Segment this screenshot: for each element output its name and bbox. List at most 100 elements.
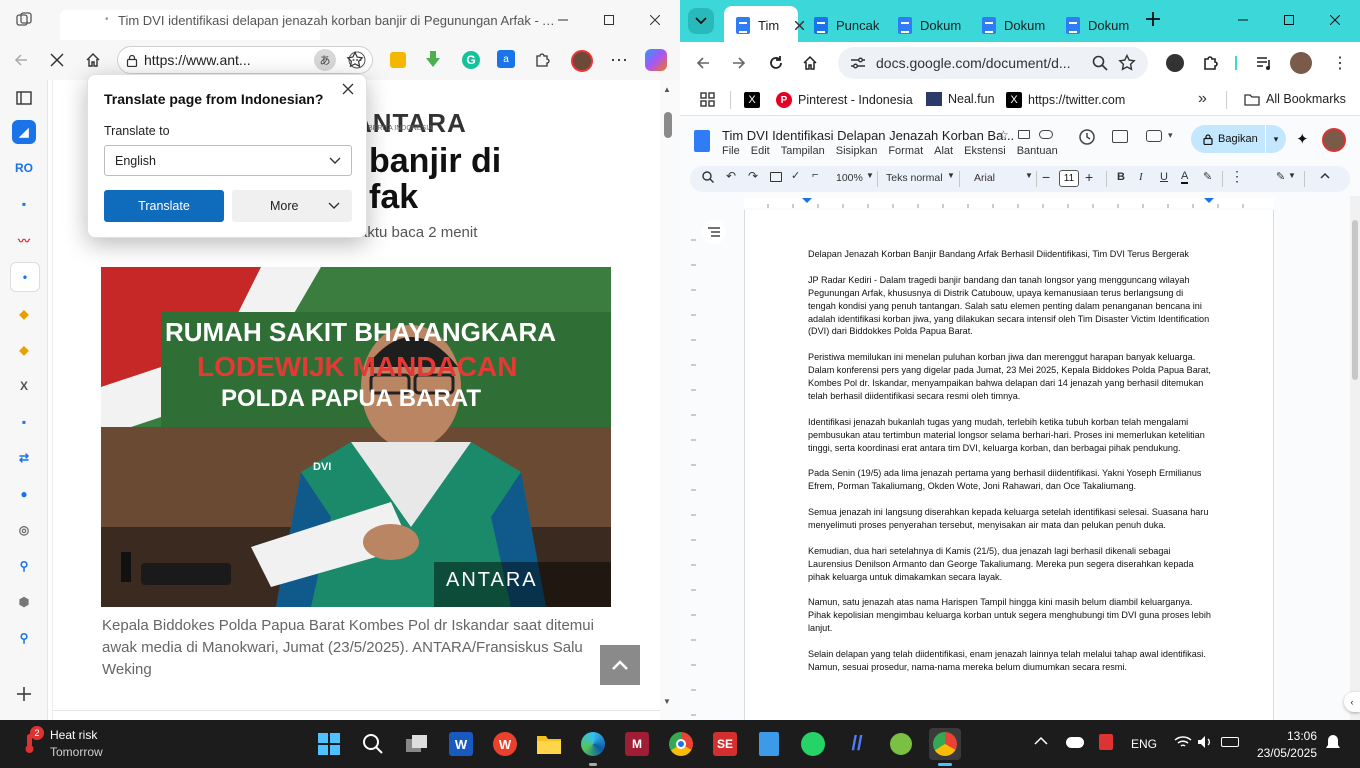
app-green-icon[interactable] (885, 728, 917, 760)
stop-loading-icon[interactable] (41, 44, 73, 76)
decrease-font-size-icon[interactable]: − (1042, 169, 1050, 185)
grammarly-icon[interactable]: G (462, 51, 480, 69)
edge-scrollbar[interactable]: ▲ ▼ (660, 80, 680, 720)
chrome-tab[interactable]: Dokum (970, 8, 1045, 42)
chrome-omnibox[interactable]: docs.google.com/document/d... (838, 47, 1148, 79)
tab-search-icon[interactable] (688, 8, 714, 34)
extension-dark-icon[interactable] (1166, 54, 1184, 72)
increase-font-size-icon[interactable]: + (1085, 169, 1093, 185)
edge-taskbar-icon[interactable] (577, 728, 609, 760)
sidebar-app-icon[interactable]: ◢ (12, 120, 36, 144)
workspaces-icon[interactable] (16, 12, 32, 28)
side-panel-toggle-icon[interactable]: ‹ (1344, 692, 1360, 712)
scrollbar-thumb[interactable] (664, 112, 672, 138)
cloud-status-icon[interactable] (1039, 130, 1053, 139)
sidebar-app-icon[interactable]: ◎ (12, 518, 36, 542)
sidebar-app-icon[interactable]: RO (12, 156, 36, 180)
docs-account-avatar[interactable] (1322, 128, 1346, 152)
volume-icon[interactable] (1197, 735, 1213, 749)
chrome-tab[interactable]: Tim (724, 8, 805, 42)
sidebar-app-icon[interactable]: ▪ (12, 410, 36, 434)
sidebar-search-icon[interactable]: ⚲ (12, 626, 36, 650)
document-outline-icon[interactable] (702, 220, 726, 244)
close-button[interactable] (632, 0, 678, 40)
media-control-icon[interactable] (1255, 54, 1273, 72)
more-tools-icon[interactable]: ⋮ (1230, 168, 1244, 185)
forward-icon[interactable] (732, 56, 746, 70)
text-color-icon[interactable]: A (1181, 170, 1189, 184)
more-bookmarks-icon[interactable]: » (1198, 90, 1207, 108)
chrome-menu-icon[interactable]: ⋮ (1332, 53, 1348, 73)
chrome-maximize-button[interactable] (1266, 0, 1312, 40)
back-icon[interactable] (696, 56, 710, 70)
doc-title[interactable]: Tim DVI Identifikasi Delapan Jenazah Kor… (722, 128, 1014, 143)
task-view-icon[interactable] (401, 728, 433, 760)
back-to-top-button[interactable] (600, 645, 640, 685)
redo-icon[interactable]: ↷ (748, 169, 758, 183)
menu-insert[interactable]: Sisipkan (836, 145, 878, 157)
apps-grid-icon[interactable] (700, 92, 715, 107)
menu-extensions[interactable]: Ekstensi (964, 145, 1006, 157)
move-folder-icon[interactable] (1018, 130, 1030, 139)
menu-format[interactable]: Format (888, 145, 923, 157)
clock-time[interactable]: 13:06 (1283, 729, 1317, 743)
font-dropdown-icon[interactable]: ▼ (1025, 171, 1033, 180)
sidebar-app-icon[interactable]: 〰 (12, 228, 36, 252)
lock-icon[interactable] (126, 54, 138, 67)
horizontal-ruler[interactable] (680, 196, 1350, 210)
menu-file[interactable]: File (722, 145, 740, 157)
share-dropdown-icon[interactable]: ▾ (1266, 125, 1286, 153)
menu-edit[interactable]: Edit (751, 145, 770, 157)
site-info-icon[interactable] (850, 56, 866, 70)
comments-icon[interactable] (1112, 130, 1128, 143)
word-icon[interactable]: W (445, 728, 477, 760)
vertical-ruler[interactable] (688, 210, 698, 720)
chrome-close-button[interactable] (1312, 0, 1358, 40)
clock-date[interactable]: 23/05/2025 (1254, 746, 1317, 760)
chrome-profile-avatar[interactable] (1290, 52, 1312, 74)
docs-logo-icon[interactable] (694, 130, 710, 152)
minimize-button[interactable] (540, 0, 586, 40)
back-icon[interactable] (5, 44, 37, 76)
battery-icon[interactable] (1221, 737, 1239, 747)
target-language-select[interactable]: English (104, 145, 352, 176)
sidebar-add-icon[interactable] (16, 686, 32, 702)
extension-yellow-icon[interactable] (390, 52, 406, 68)
reload-icon[interactable] (768, 55, 784, 71)
style-dropdown-icon[interactable]: ▼ (947, 171, 955, 180)
print-icon[interactable] (770, 172, 782, 182)
chrome-taskbar-icon[interactable] (665, 728, 697, 760)
scroll-up-icon[interactable]: ▲ (663, 85, 671, 94)
copilot-icon[interactable] (645, 49, 667, 71)
document-page[interactable]: Delapan Jenazah Korban Banjir Bandang Ar… (744, 210, 1274, 720)
editing-mode-dropdown-icon[interactable]: ▼ (1288, 171, 1296, 180)
chrome-tab[interactable]: Dokum (886, 8, 961, 42)
extensions-puzzle-icon[interactable] (526, 44, 558, 76)
star-icon[interactable]: ☆ (998, 128, 1009, 142)
whatsapp-icon[interactable] (797, 728, 829, 760)
translate-button[interactable]: Translate (104, 190, 224, 222)
menu-tools[interactable]: Alat (934, 145, 953, 157)
chrome-minimize-button[interactable] (1220, 0, 1266, 40)
underline-icon[interactable]: U (1160, 171, 1168, 183)
x-bookmark-icon[interactable]: X (744, 92, 760, 108)
zoom-select[interactable]: 100% (836, 172, 863, 184)
maximize-button[interactable] (586, 0, 632, 40)
gemini-icon[interactable]: ✦ (1296, 130, 1309, 148)
wifi-icon[interactable] (1174, 735, 1192, 749)
italic-icon[interactable]: I (1139, 171, 1143, 183)
chrome-tab[interactable]: Puncak (802, 8, 879, 42)
search-menus-icon[interactable] (702, 171, 714, 183)
all-bookmarks-button[interactable]: All Bookmarks (1244, 92, 1346, 106)
chrome-tab[interactable]: Dokum (1054, 8, 1129, 42)
site-logo[interactable]: ANTARA (353, 108, 467, 139)
bookmark-item[interactable]: Neal.fun (926, 92, 995, 106)
docs-scrollbar[interactable] (1350, 196, 1360, 720)
sidebar-app-icon[interactable]: • (10, 262, 40, 292)
translate-popup-close-icon[interactable] (342, 83, 354, 95)
app-se-icon[interactable]: SE (709, 728, 741, 760)
menu-help[interactable]: Bantuan (1017, 145, 1058, 157)
sidebar-app-icon[interactable]: ◆ (12, 338, 36, 362)
taskbar-search-icon[interactable] (357, 728, 389, 760)
chrome-url-text[interactable]: docs.google.com/document/d... (876, 55, 1082, 71)
